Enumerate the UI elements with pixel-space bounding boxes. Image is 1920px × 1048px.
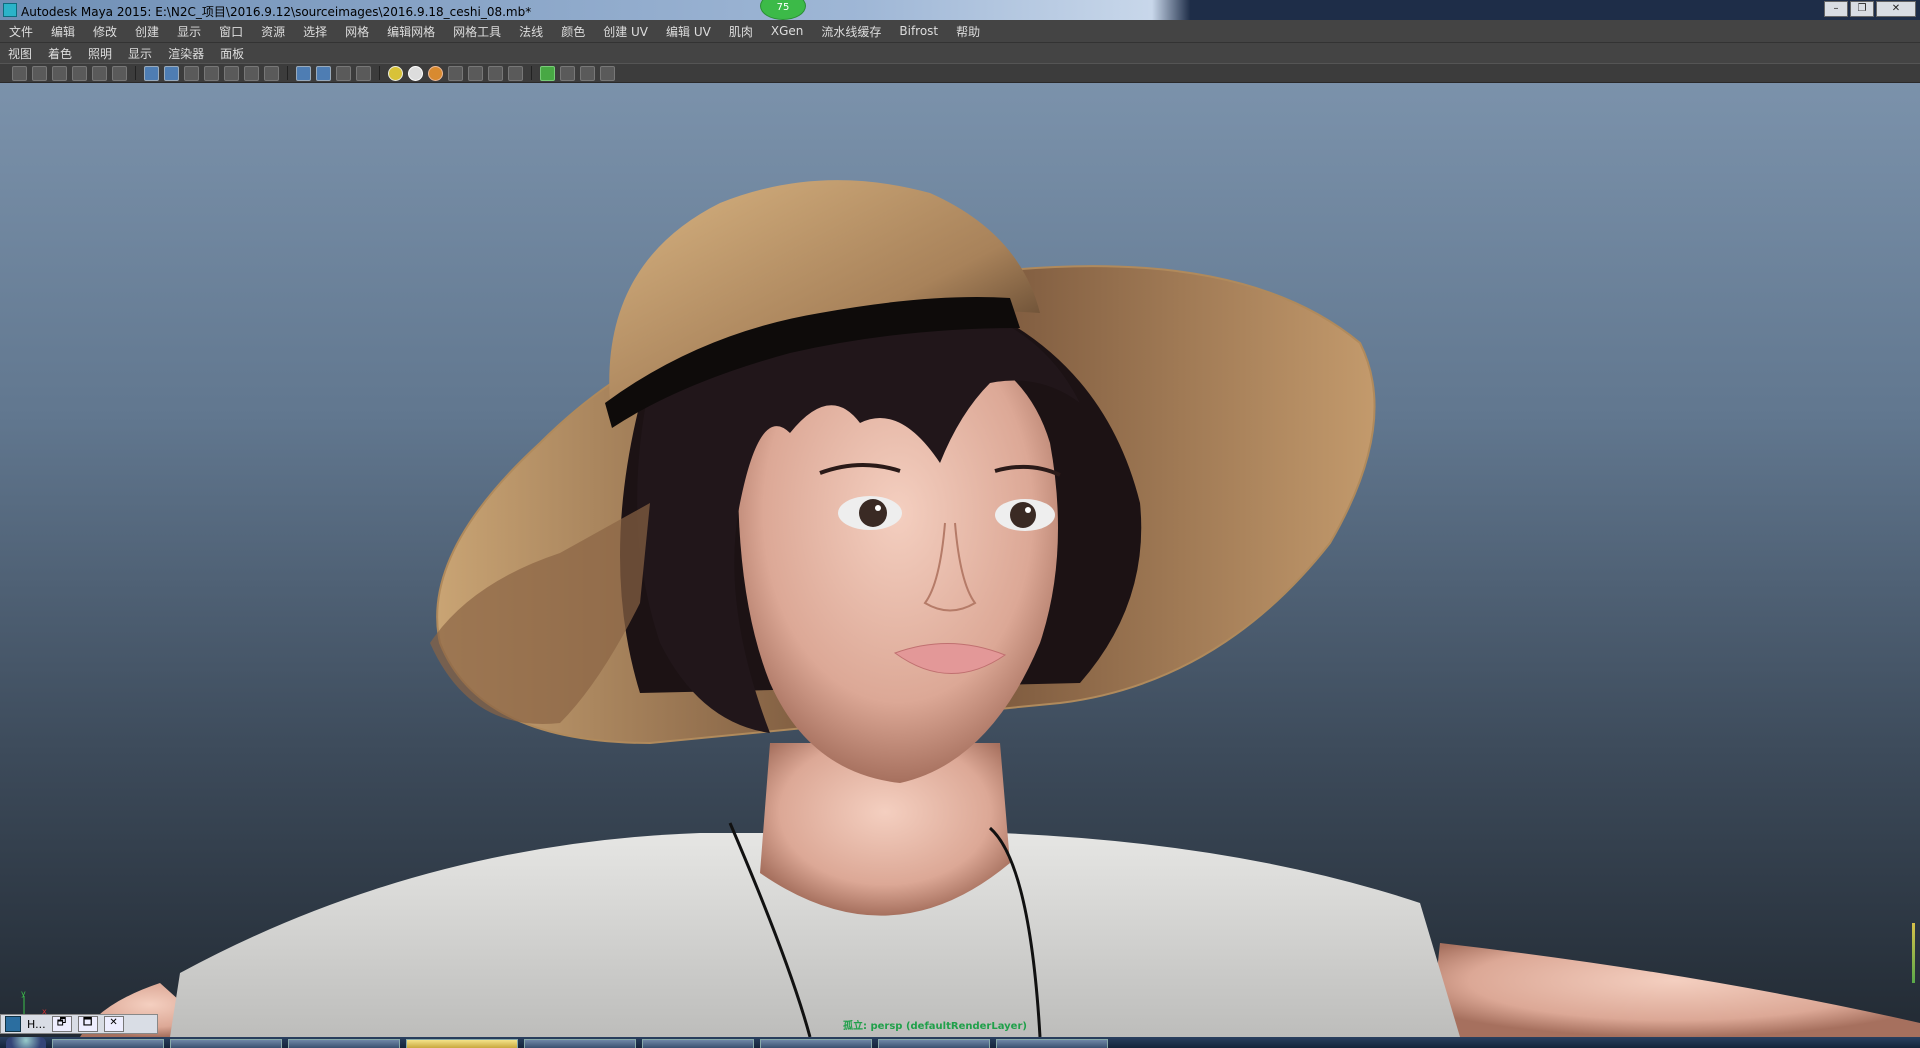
default-light-icon[interactable] [408,65,423,81]
menu-item-13[interactable]: 创建 UV [594,23,657,40]
image-plane-icon[interactable] [72,65,87,81]
home-icon [5,1016,21,1032]
toolbar-separator [379,66,380,80]
menu-item-1[interactable]: 编辑 [42,23,84,40]
menu-item-8[interactable]: 网格 [336,23,378,40]
motion-blur-icon[interactable] [468,65,483,81]
left-iris [859,499,887,527]
taskbar-item[interactable] [288,1039,400,1048]
xray-joints-icon[interactable] [600,65,615,81]
toolbar-separator [135,66,136,80]
right-iris [1010,502,1036,528]
menu-item-19[interactable]: 帮助 [947,23,989,40]
shaded-wireframe-icon[interactable] [336,65,351,81]
menu-item-9[interactable]: 编辑网格 [378,23,444,40]
viewport-persp[interactable] [0,83,1920,1037]
right-pupil-highlight [1025,507,1031,513]
panel-menu-item-4[interactable]: 渲染器 [160,45,212,62]
menu-item-3[interactable]: 创建 [126,23,168,40]
window-title: Autodesk Maya 2015: E:\N2C_项目\2016.9.12\… [21,5,532,19]
camera-select-icon[interactable] [12,65,27,81]
safe-title-icon[interactable] [264,65,279,81]
toolbar-separator [531,66,532,80]
menu-item-11[interactable]: 法线 [510,23,552,40]
panel-menu-item-1[interactable]: 着色 [40,45,80,62]
menu-item-12[interactable]: 颜色 [552,23,594,40]
axis-y-label: y [21,990,26,998]
restore-button[interactable]: 🗗 [51,1016,72,1032]
menu-item-18[interactable]: Bifrost [890,24,947,38]
smooth-shade-icon[interactable] [316,65,331,81]
taskbar-item[interactable] [878,1039,990,1048]
maya-app-icon [3,3,17,17]
character-render [80,180,1920,1037]
menu-item-10[interactable]: 网格工具 [444,23,510,40]
start-button[interactable] [6,1037,46,1048]
left-pupil-highlight [875,505,881,511]
depth-of-field-icon[interactable] [508,65,523,81]
wireframe-icon[interactable] [296,65,311,81]
menu-item-14[interactable]: 编辑 UV [657,23,720,40]
film-gate-icon[interactable] [164,65,179,81]
safe-action-icon[interactable] [244,65,259,81]
taskbar-item[interactable] [52,1039,164,1048]
menu-item-2[interactable]: 修改 [84,23,126,40]
xray-active-icon[interactable] [580,65,595,81]
fps-badge: 75 [760,0,806,20]
minimized-window[interactable]: H... 🗗 🗖 ✕ [0,1014,158,1034]
close-window-button[interactable]: ✕ [103,1016,124,1032]
bookmark-icon[interactable] [52,65,67,81]
taskbar-item[interactable] [996,1039,1108,1048]
gate-mask-icon[interactable] [204,65,219,81]
panel-menu-item-3[interactable]: 显示 [120,45,160,62]
menu-item-17[interactable]: 流水线缓存 [812,23,890,40]
menu-item-6[interactable]: 资源 [252,23,294,40]
panel-menu-bar: 视图 着色 照明 显示 渲染器 面板 [0,43,1920,63]
minimize-button[interactable]: – [1824,1,1848,17]
menu-item-16[interactable]: XGen [762,24,813,38]
taskbar-item[interactable] [524,1039,636,1048]
menu-item-15[interactable]: 肌肉 [720,23,762,40]
grid-icon[interactable] [144,65,159,81]
camera-attributes-icon[interactable] [32,65,47,81]
main-menu-bar: 文件 编辑 修改 创建 显示 窗口 资源 选择 网格 编辑网格 网格工具 法线 颜色 创建 UV 编辑 UV… [0,20,1920,43]
camera-label: 孤立: persp (defaultRenderLayer) [843,1021,1027,1032]
field-chart-icon[interactable] [224,65,239,81]
panel-menu-item-2[interactable]: 照明 [80,45,120,62]
window-controls: – ❐ ✕ [1824,1,1916,17]
taskbar-item[interactable] [760,1039,872,1048]
menu-item-7[interactable]: 选择 [294,23,336,40]
os-taskbar [0,1037,1920,1048]
panel-menu-item-0[interactable]: 视图 [0,45,40,62]
panel-toolbar [0,63,1920,83]
xray-icon[interactable] [560,65,575,81]
menu-item-5[interactable]: 窗口 [210,23,252,40]
right-arm [1430,943,1920,1037]
maximize-button[interactable]: ❐ [1850,1,1874,17]
shadows-icon[interactable] [428,65,443,81]
hud-level-bar [1912,923,1915,983]
isolate-select-icon[interactable] [540,65,555,81]
taskbar-item-active[interactable] [406,1039,518,1048]
menu-item-4[interactable]: 显示 [168,23,210,40]
toolbar-separator [287,66,288,80]
close-button[interactable]: ✕ [1876,1,1916,17]
taskbar-item[interactable] [642,1039,754,1048]
taskbar-item[interactable] [170,1039,282,1048]
minimized-window-label: H... [27,1017,46,1031]
maximize-window-button[interactable]: 🗖 [77,1016,98,1032]
textured-icon[interactable] [356,65,371,81]
title-bar: Autodesk Maya 2015: E:\N2C_项目\2016.9.12\… [0,0,1920,20]
grease-pencil-icon[interactable] [112,65,127,81]
use-all-lights-icon[interactable] [388,65,403,81]
resolution-gate-icon[interactable] [184,65,199,81]
anti-aliasing-icon[interactable] [488,65,503,81]
panel-menu-item-5[interactable]: 面板 [212,45,252,62]
2d-pan-zoom-icon[interactable] [92,65,107,81]
screen-space-ao-icon[interactable] [448,65,463,81]
menu-item-0[interactable]: 文件 [0,23,42,40]
